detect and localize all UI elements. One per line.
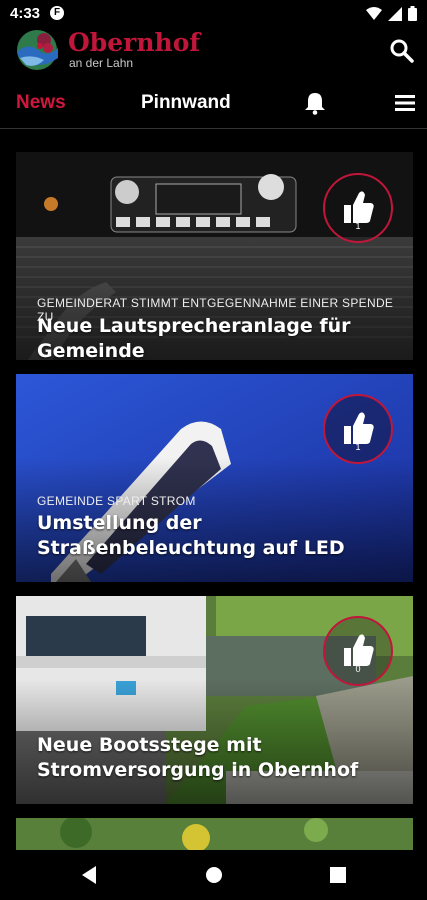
news-card-led[interactable]: GEMEINDE SPART STROM Umstellung der Stra… — [16, 374, 413, 582]
app-header: Obernhof an der Lahn — [0, 26, 427, 76]
like-count: 0 — [355, 664, 361, 674]
bell-icon[interactable] — [302, 90, 328, 116]
menu-icon[interactable] — [392, 90, 418, 116]
like-count: 1 — [355, 442, 361, 452]
tab-news[interactable]: News — [16, 92, 66, 114]
status-bar: 4:33 F — [0, 0, 427, 26]
signal-icon — [388, 6, 402, 21]
search-icon[interactable] — [387, 36, 417, 66]
like-count: 1 — [355, 221, 361, 231]
card-title: Neue Lautsprecheranlage für Gemeinde — [37, 315, 351, 360]
app-title: Obernhof — [68, 28, 201, 57]
app-subtitle: an der Lahn — [69, 56, 134, 70]
recents-icon[interactable] — [326, 863, 350, 887]
card-image-garden — [16, 818, 413, 854]
like-button[interactable]: 1 — [323, 394, 393, 464]
news-card-bootsstege[interactable]: Neue Bootsstege mit Stromversorgung in O… — [16, 596, 413, 804]
status-time: 4:33 — [10, 5, 41, 22]
thumbs-up-icon — [344, 412, 374, 444]
thumbs-up-icon — [344, 634, 374, 666]
card-title: Umstellung der Straßenbeleuchtung auf LE… — [37, 512, 345, 559]
nav-bar: News Pinnwand — [0, 78, 427, 129]
home-icon[interactable] — [202, 863, 226, 887]
card-title: Neue Bootsstege mit Stromversorgung in O… — [37, 734, 359, 781]
thumbs-up-icon — [344, 191, 374, 223]
like-button[interactable]: 0 — [323, 616, 393, 686]
status-icons — [366, 6, 417, 21]
like-button[interactable]: 1 — [323, 173, 393, 243]
news-card-lautsprecher[interactable]: GEMEINDERAT STIMMT ENTGEGENNAHME EINER S… — [16, 152, 413, 360]
tab-pinnwand[interactable]: Pinnwand — [141, 92, 231, 114]
card-kicker: GEMEINDE SPART STROM — [37, 494, 196, 508]
app-notification-icon: F — [50, 6, 64, 20]
obernhof-logo — [17, 30, 58, 70]
news-feed: GEMEINDERAT STIMMT ENTGEGENNAHME EINER S… — [16, 152, 413, 868]
battery-icon — [408, 6, 417, 21]
wifi-icon — [366, 6, 382, 20]
system-nav-bar — [0, 850, 427, 900]
back-icon[interactable] — [78, 863, 102, 887]
news-card-partial[interactable] — [16, 818, 413, 854]
